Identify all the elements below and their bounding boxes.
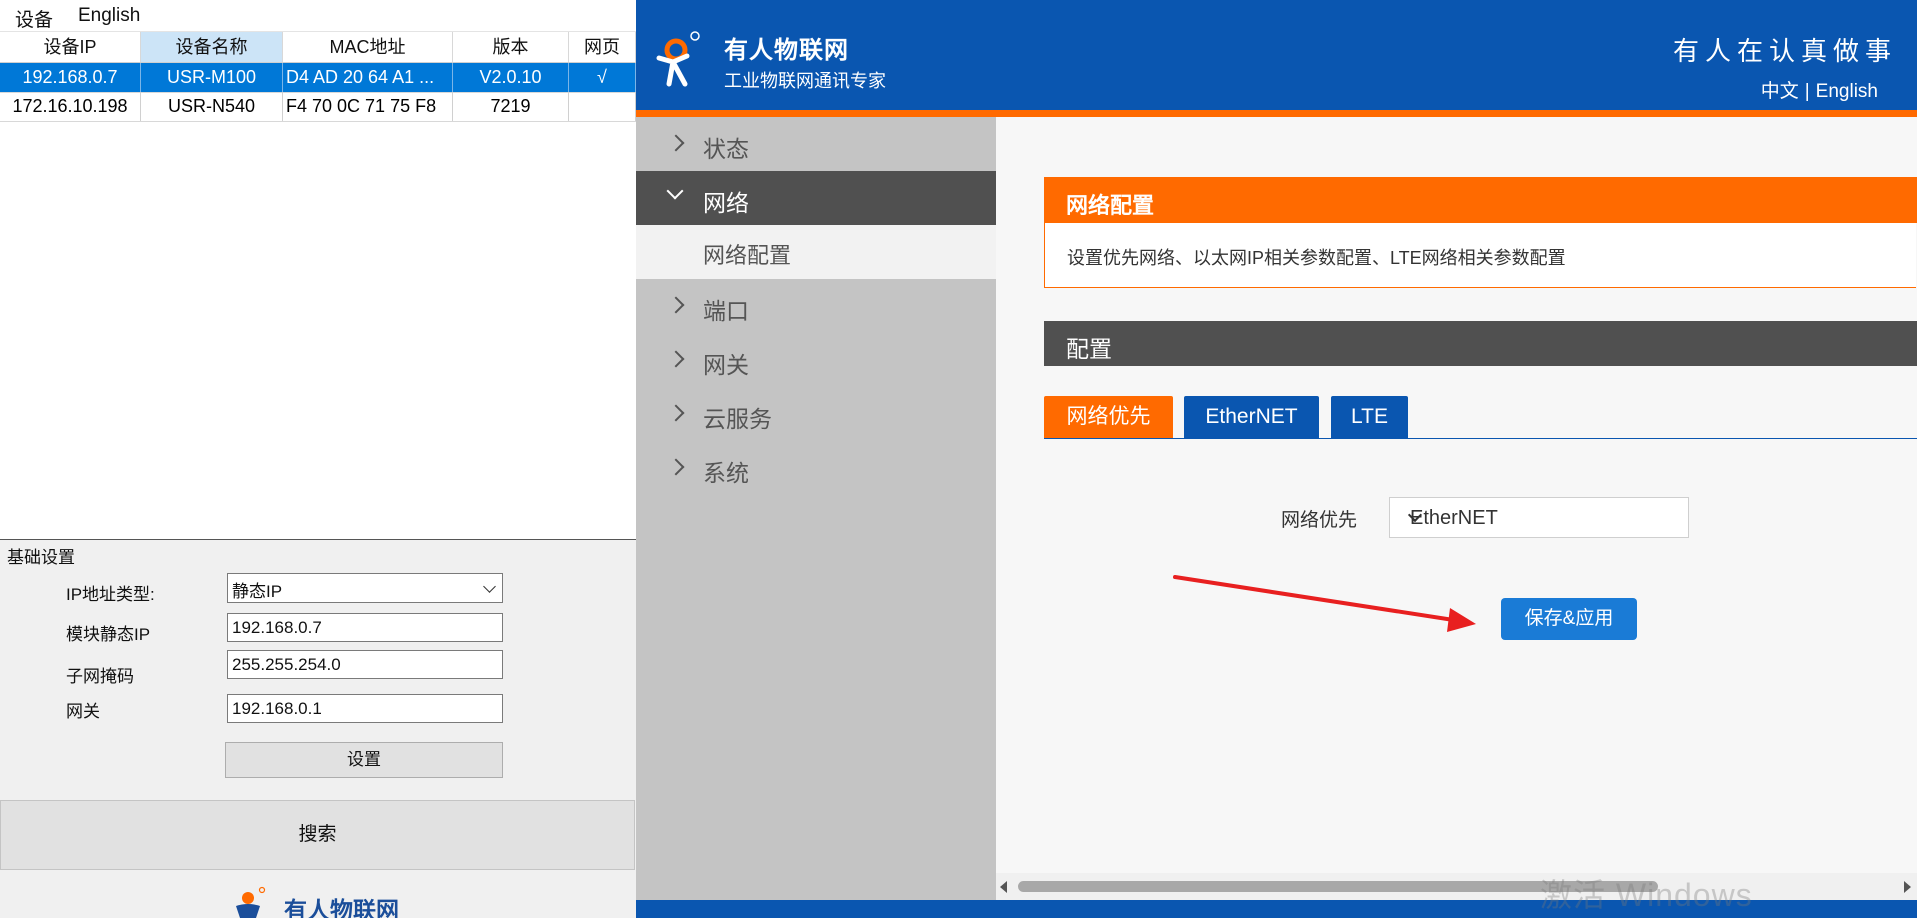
ip-type-label: IP地址类型: — [66, 585, 155, 604]
horizontal-scrollbar[interactable] — [996, 873, 1917, 900]
cell-name: USR-N540 — [141, 92, 283, 121]
gateway-label: 网关 — [66, 702, 100, 721]
lang-separator: | — [1804, 81, 1810, 102]
usr-logo: 有人物联网 — [232, 884, 399, 918]
menu-device[interactable]: 设备 — [15, 5, 53, 32]
chevron-down-icon — [666, 182, 684, 200]
chevron-right-icon — [667, 404, 685, 422]
chevron-down-icon — [483, 580, 496, 593]
cell-web[interactable]: √ — [569, 63, 636, 92]
network-priority-label: 网络优先 — [1281, 510, 1358, 531]
column-header-ip[interactable]: 设备IP — [0, 32, 141, 62]
subnet-mask-input[interactable] — [227, 650, 503, 679]
logo-text: 有人物联网 — [284, 897, 399, 918]
tab-ethernet[interactable]: EtherNET — [1184, 396, 1319, 438]
sidebar-item-label: 状态 — [703, 136, 749, 162]
tab-lte[interactable]: LTE — [1331, 396, 1408, 438]
sidebar-item-network-config[interactable]: 网络配置 — [636, 225, 996, 279]
sidebar-item-label: 系统 — [703, 460, 749, 486]
brand-name: 有人物联网 — [724, 37, 849, 64]
search-button[interactable]: 搜索 — [0, 800, 635, 870]
header-accent-line — [636, 110, 1917, 117]
sidebar-item-cloud-service[interactable]: 云服务 — [636, 387, 996, 441]
cell-mac: F4 70 0C 71 75 F8 — [283, 92, 453, 121]
cell-version: V2.0.10 — [453, 63, 569, 92]
section-title: 网络配置 — [1066, 193, 1155, 218]
network-priority-select[interactable]: EtherNET — [1389, 497, 1689, 538]
cell-ip: 172.16.10.198 — [0, 92, 141, 121]
table-row[interactable]: 192.168.0.7 USR-M100 D4 AD 20 64 A1 ... … — [0, 63, 636, 93]
basic-settings-legend: 基础设置 — [7, 543, 78, 568]
sidebar-item-label: 网络配置 — [703, 243, 792, 268]
cell-version: 7219 — [453, 92, 569, 121]
static-ip-input[interactable] — [227, 613, 503, 642]
set-button[interactable]: 设置 — [225, 742, 503, 778]
ip-type-select[interactable]: 静态IP — [227, 573, 503, 603]
table-row[interactable]: 172.16.10.198 USR-N540 F4 70 0C 71 75 F8… — [0, 92, 636, 122]
device-search-tool: 设备 English 设备IP 设备名称 MAC地址 版本 网页 192.168… — [0, 0, 636, 918]
config-title-bar: 配置 — [1044, 321, 1917, 366]
sidebar-item-port[interactable]: 端口 — [636, 279, 996, 333]
device-table: 设备IP 设备名称 MAC地址 版本 网页 192.168.0.7 USR-M1… — [0, 32, 636, 540]
cell-mac: D4 AD 20 64 A1 ... — [283, 63, 453, 92]
static-ip-label: 模块静态IP — [66, 625, 151, 644]
ip-type-value: 静态IP — [232, 582, 283, 601]
cell-ip: 192.168.0.7 — [0, 63, 141, 92]
sidebar-item-label: 网络 — [703, 190, 749, 216]
sidebar-item-gateway[interactable]: 网关 — [636, 333, 996, 387]
config-title: 配置 — [1066, 336, 1112, 362]
section-title-bar: 网络配置 — [1044, 177, 1917, 223]
column-header-version[interactable]: 版本 — [453, 32, 569, 62]
chevron-right-icon — [667, 350, 685, 368]
web-config-page: 有人物联网 工业物联网通讯专家 有人在认真做事 中文 | English 状态 网络网… — [636, 0, 1917, 918]
usr-brand-icon — [656, 31, 700, 87]
main-content: 网络配置 设置优先网络、以太网IP相关参数配置、LTE网络相关参数配置 配置 网… — [996, 117, 1917, 900]
language-switch: 中文 | English — [1758, 76, 1881, 103]
table-header: 设备IP 设备名称 MAC地址 版本 网页 — [0, 32, 636, 63]
menu-bar: 设备 English — [0, 0, 636, 32]
sidebar-item-system[interactable]: 系统 — [636, 441, 996, 495]
save-apply-button[interactable]: 保存&应用 — [1501, 598, 1637, 640]
gateway-input[interactable] — [227, 694, 503, 723]
sidebar-item-label: 网关 — [703, 352, 749, 378]
sidebar: 状态网络网络配置端口网关云服务系统 — [636, 117, 996, 918]
cell-name: USR-M100 — [141, 63, 283, 92]
chevron-right-icon — [667, 134, 685, 152]
chevron-right-icon — [667, 458, 685, 476]
chevron-right-icon — [667, 296, 685, 314]
sidebar-item-label: 端口 — [703, 298, 749, 324]
column-header-mac[interactable]: MAC地址 — [283, 32, 453, 62]
column-header-web[interactable]: 网页 — [569, 32, 636, 62]
lang-english-link[interactable]: English — [1816, 81, 1878, 102]
sidebar-item-label: 云服务 — [703, 406, 772, 432]
brand-subtitle: 工业物联网通讯专家 — [724, 71, 886, 91]
menu-english[interactable]: English — [78, 5, 140, 27]
web-header: 有人物联网 工业物联网通讯专家 有人在认真做事 中文 | English — [636, 0, 1917, 110]
tab-network-priority[interactable]: 网络优先 — [1044, 396, 1173, 438]
tab-underline — [1044, 438, 1917, 439]
network-priority-value: EtherNET — [1410, 507, 1498, 529]
section-description: 设置优先网络、以太网IP相关参数配置、LTE网络相关参数配置 — [1067, 248, 1566, 268]
column-header-name[interactable]: 设备名称 — [141, 32, 283, 62]
section-description-box: 设置优先网络、以太网IP相关参数配置、LTE网络相关参数配置 — [1044, 223, 1916, 288]
scroll-left-icon[interactable] — [1000, 881, 1007, 893]
slogan: 有人在认真做事 — [1672, 36, 1897, 66]
sidebar-item-network[interactable]: 网络 — [636, 171, 996, 225]
sidebar-item-status[interactable]: 状态 — [636, 117, 996, 171]
scroll-right-icon[interactable] — [1904, 881, 1911, 893]
cell-web[interactable] — [569, 92, 636, 121]
windows-activation-watermark: 激活 Windows — [1540, 877, 1753, 913]
usr-logo-icon — [236, 886, 266, 918]
lang-chinese-link[interactable]: 中文 — [1761, 81, 1799, 102]
subnet-mask-label: 子网掩码 — [66, 667, 134, 686]
